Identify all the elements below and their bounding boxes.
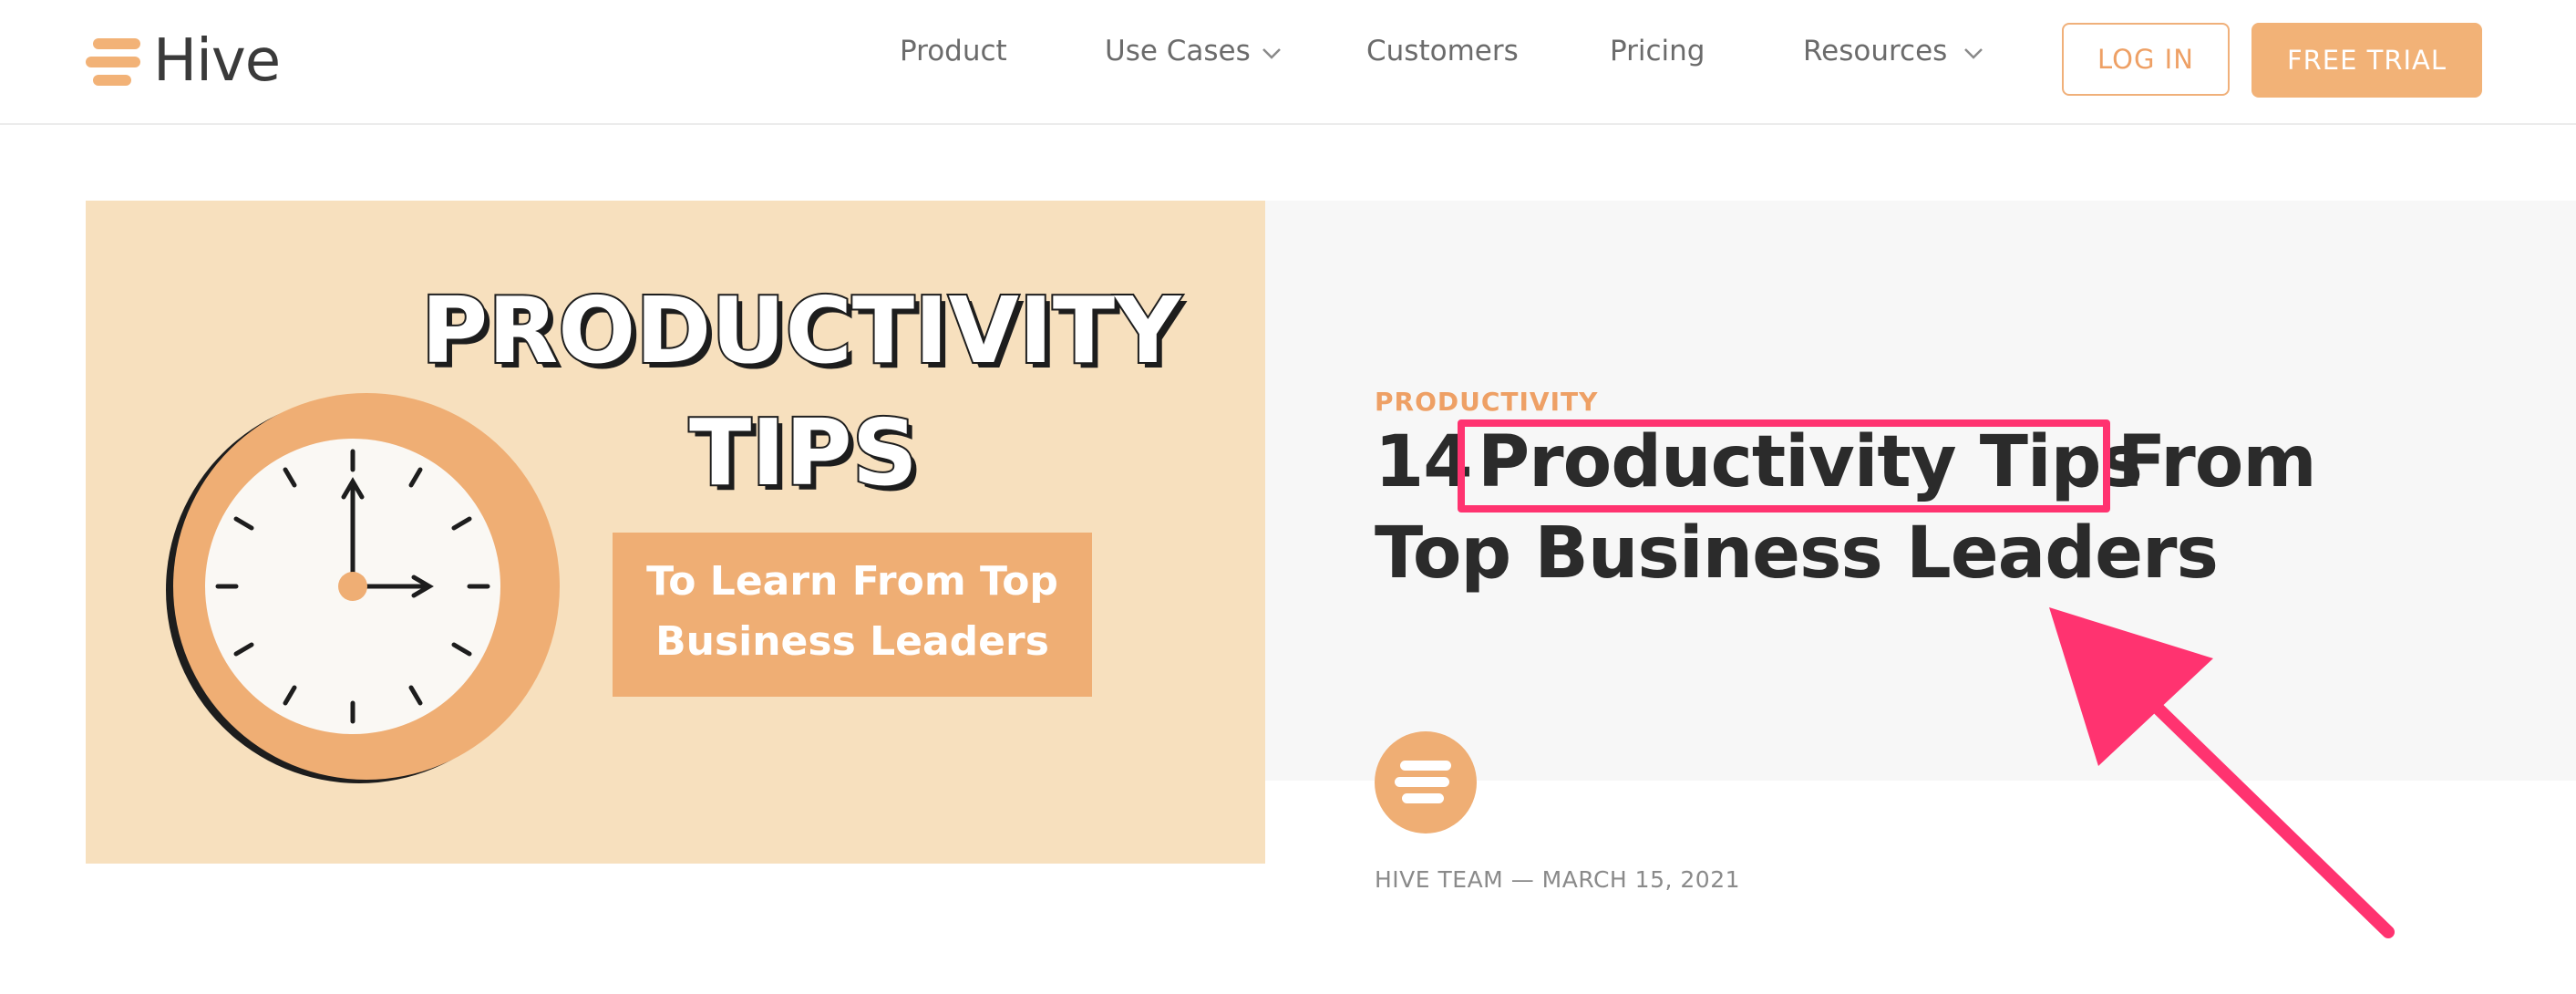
nav-customers[interactable]: Customers	[1366, 35, 1519, 67]
highlight-box	[1458, 419, 2110, 513]
chevron-down-icon[interactable]	[1963, 47, 1984, 60]
image-subtitle-line1: To Learn From Top	[646, 558, 1058, 605]
site-header: Hive Product Use Cases Customers Pricing…	[0, 0, 2576, 125]
hive-logo-icon	[86, 38, 140, 86]
byline: HIVE TEAM — MARCH 15, 2021	[1375, 866, 1740, 893]
pointer-arrow	[2049, 607, 2395, 938]
chevron-down-icon[interactable]	[1262, 47, 1282, 60]
author-avatar[interactable]	[1375, 731, 1477, 834]
nav-product[interactable]: Product	[900, 35, 1007, 67]
author-name[interactable]: HIVE TEAM	[1375, 866, 1503, 893]
image-subtitle-box: To Learn From Top Business Leaders	[613, 533, 1092, 697]
image-title-line2: TIPS	[687, 398, 920, 508]
image-subtitle-line2: Business Leaders	[655, 618, 1049, 665]
article-title-suffix: From	[2117, 421, 2317, 503]
image-title-line1: PRODUCTIVITY	[419, 275, 1183, 386]
nav-use-cases[interactable]: Use Cases	[1105, 35, 1251, 67]
nav-resources[interactable]: Resources	[1803, 35, 1947, 67]
byline-separator: —	[1510, 866, 1535, 893]
article-category[interactable]: PRODUCTIVITY	[1375, 387, 1598, 417]
login-button[interactable]: LOG IN	[2062, 23, 2230, 96]
publish-date: MARCH 15, 2021	[1541, 866, 1740, 893]
hive-logo-text: Hive	[153, 27, 281, 95]
featured-image[interactable]: PRODUCTIVITY TIPS To Learn From Top Busi…	[86, 201, 1265, 864]
free-trial-button[interactable]: FREE TRIAL	[2251, 23, 2482, 98]
clock-icon	[166, 393, 560, 783]
article-title-line2: Top Business Leaders	[1375, 513, 2219, 595]
hive-avatar-icon	[1395, 761, 1451, 803]
nav-pricing[interactable]: Pricing	[1610, 35, 1705, 67]
